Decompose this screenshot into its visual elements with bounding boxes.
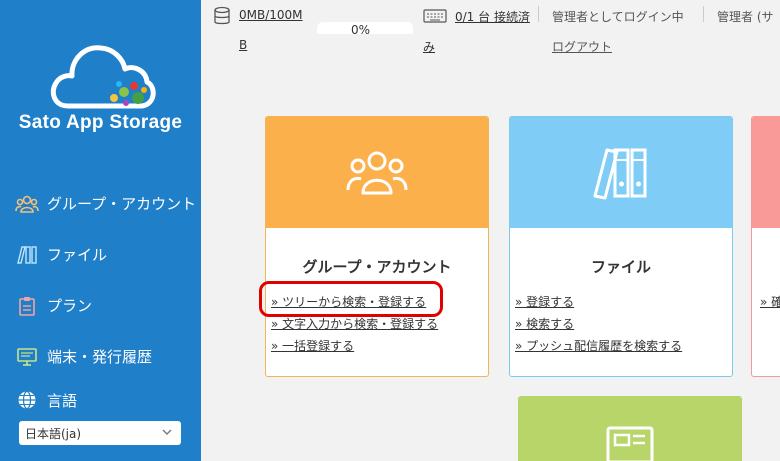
file-card-title: ファイル (590, 258, 651, 276)
plan-card: » 確 (751, 116, 780, 377)
sidebar-item-plan[interactable]: プラン (0, 280, 201, 331)
header-divider (538, 6, 539, 22)
link-text-search-register[interactable]: » 文字入力から検索・登録する (271, 315, 438, 337)
link-push-history-search[interactable]: » プッシュ配信履歴を検索する (515, 337, 682, 359)
chevron-down-icon (162, 429, 172, 435)
group-icon (15, 192, 39, 216)
header: 0MB/100M B 0% 0/1 台 接続済 み 管理者としてログイン中 ログ… (201, 0, 780, 54)
sidebar-item-label: グループ・アカウント (47, 195, 197, 213)
highlight-annotation (259, 281, 443, 317)
binder-icon (593, 148, 647, 199)
app-logo[interactable]: Sato App Storage (0, 20, 201, 140)
file-card-header[interactable] (510, 117, 732, 228)
storage-usage-text-cont[interactable]: B (239, 38, 247, 52)
storage-usage-text[interactable]: 0MB/100M (239, 8, 303, 22)
device-connection-text-cont[interactable]: み (423, 38, 435, 55)
app-logo-text: Sato App Storage (18, 112, 183, 133)
sidebar-nav: グループ・アカウント ファイル プラン 端末・発行履歴 (0, 178, 201, 382)
sidebar-item-label: ファイル (47, 246, 108, 264)
link-file-search[interactable]: » 検索する (515, 315, 682, 337)
file-icon (15, 243, 39, 267)
device-history-icon (606, 426, 654, 461)
sidebar: Sato App Storage グループ・アカウント ファイル プラン 端末・… (0, 0, 201, 461)
header-divider (703, 6, 704, 22)
globe-icon (15, 388, 39, 412)
link-file-register[interactable]: » 登録する (515, 293, 682, 315)
sidebar-item-device-history[interactable]: 端末・発行履歴 (0, 331, 201, 382)
file-card: ファイル » 登録する » 検索する » プッシュ配信履歴を検索する (509, 116, 733, 377)
logout-link[interactable]: ログアウト (552, 38, 612, 55)
file-card-links: » 登録する » 検索する » プッシュ配信履歴を検索する (515, 293, 682, 359)
link-bulk-register[interactable]: » 一括登録する (271, 337, 438, 359)
group-icon (346, 151, 408, 194)
device-icon (15, 345, 39, 369)
language-row: 言語 (15, 388, 77, 412)
language-label: 言語 (47, 391, 78, 410)
group-account-card-title: グループ・アカウント (302, 258, 452, 276)
language-select-value: 日本語(ja) (25, 426, 82, 441)
sidebar-item-group-account[interactable]: グループ・アカウント (0, 178, 201, 229)
cloud-logo-icon (50, 45, 156, 109)
device-history-card (518, 396, 742, 461)
group-account-card: グループ・アカウント » ツリーから検索・登録する » 文字入力から検索・登録す… (265, 116, 489, 377)
language-select[interactable]: 日本語(ja) (19, 421, 181, 445)
group-account-card-header[interactable] (266, 117, 488, 228)
storage-progress-label: 0% (351, 23, 371, 37)
plan-card-links: » 確 (760, 293, 780, 315)
storage-icon (214, 6, 230, 25)
link-plan-confirm[interactable]: » 確 (760, 293, 780, 315)
sidebar-item-label: プラン (47, 297, 93, 315)
device-history-card-header[interactable] (519, 397, 741, 461)
sidebar-item-label: 端末・発行履歴 (47, 348, 153, 366)
keyboard-device-icon (423, 9, 447, 23)
plan-icon (15, 294, 39, 318)
plan-card-header[interactable] (752, 117, 780, 228)
sidebar-item-file[interactable]: ファイル (0, 229, 201, 280)
login-status-text: 管理者としてログイン中 (552, 10, 684, 24)
device-connection-text[interactable]: 0/1 台 接続済 (455, 8, 530, 25)
admin-user-label[interactable]: 管理者 (サ (717, 8, 774, 25)
